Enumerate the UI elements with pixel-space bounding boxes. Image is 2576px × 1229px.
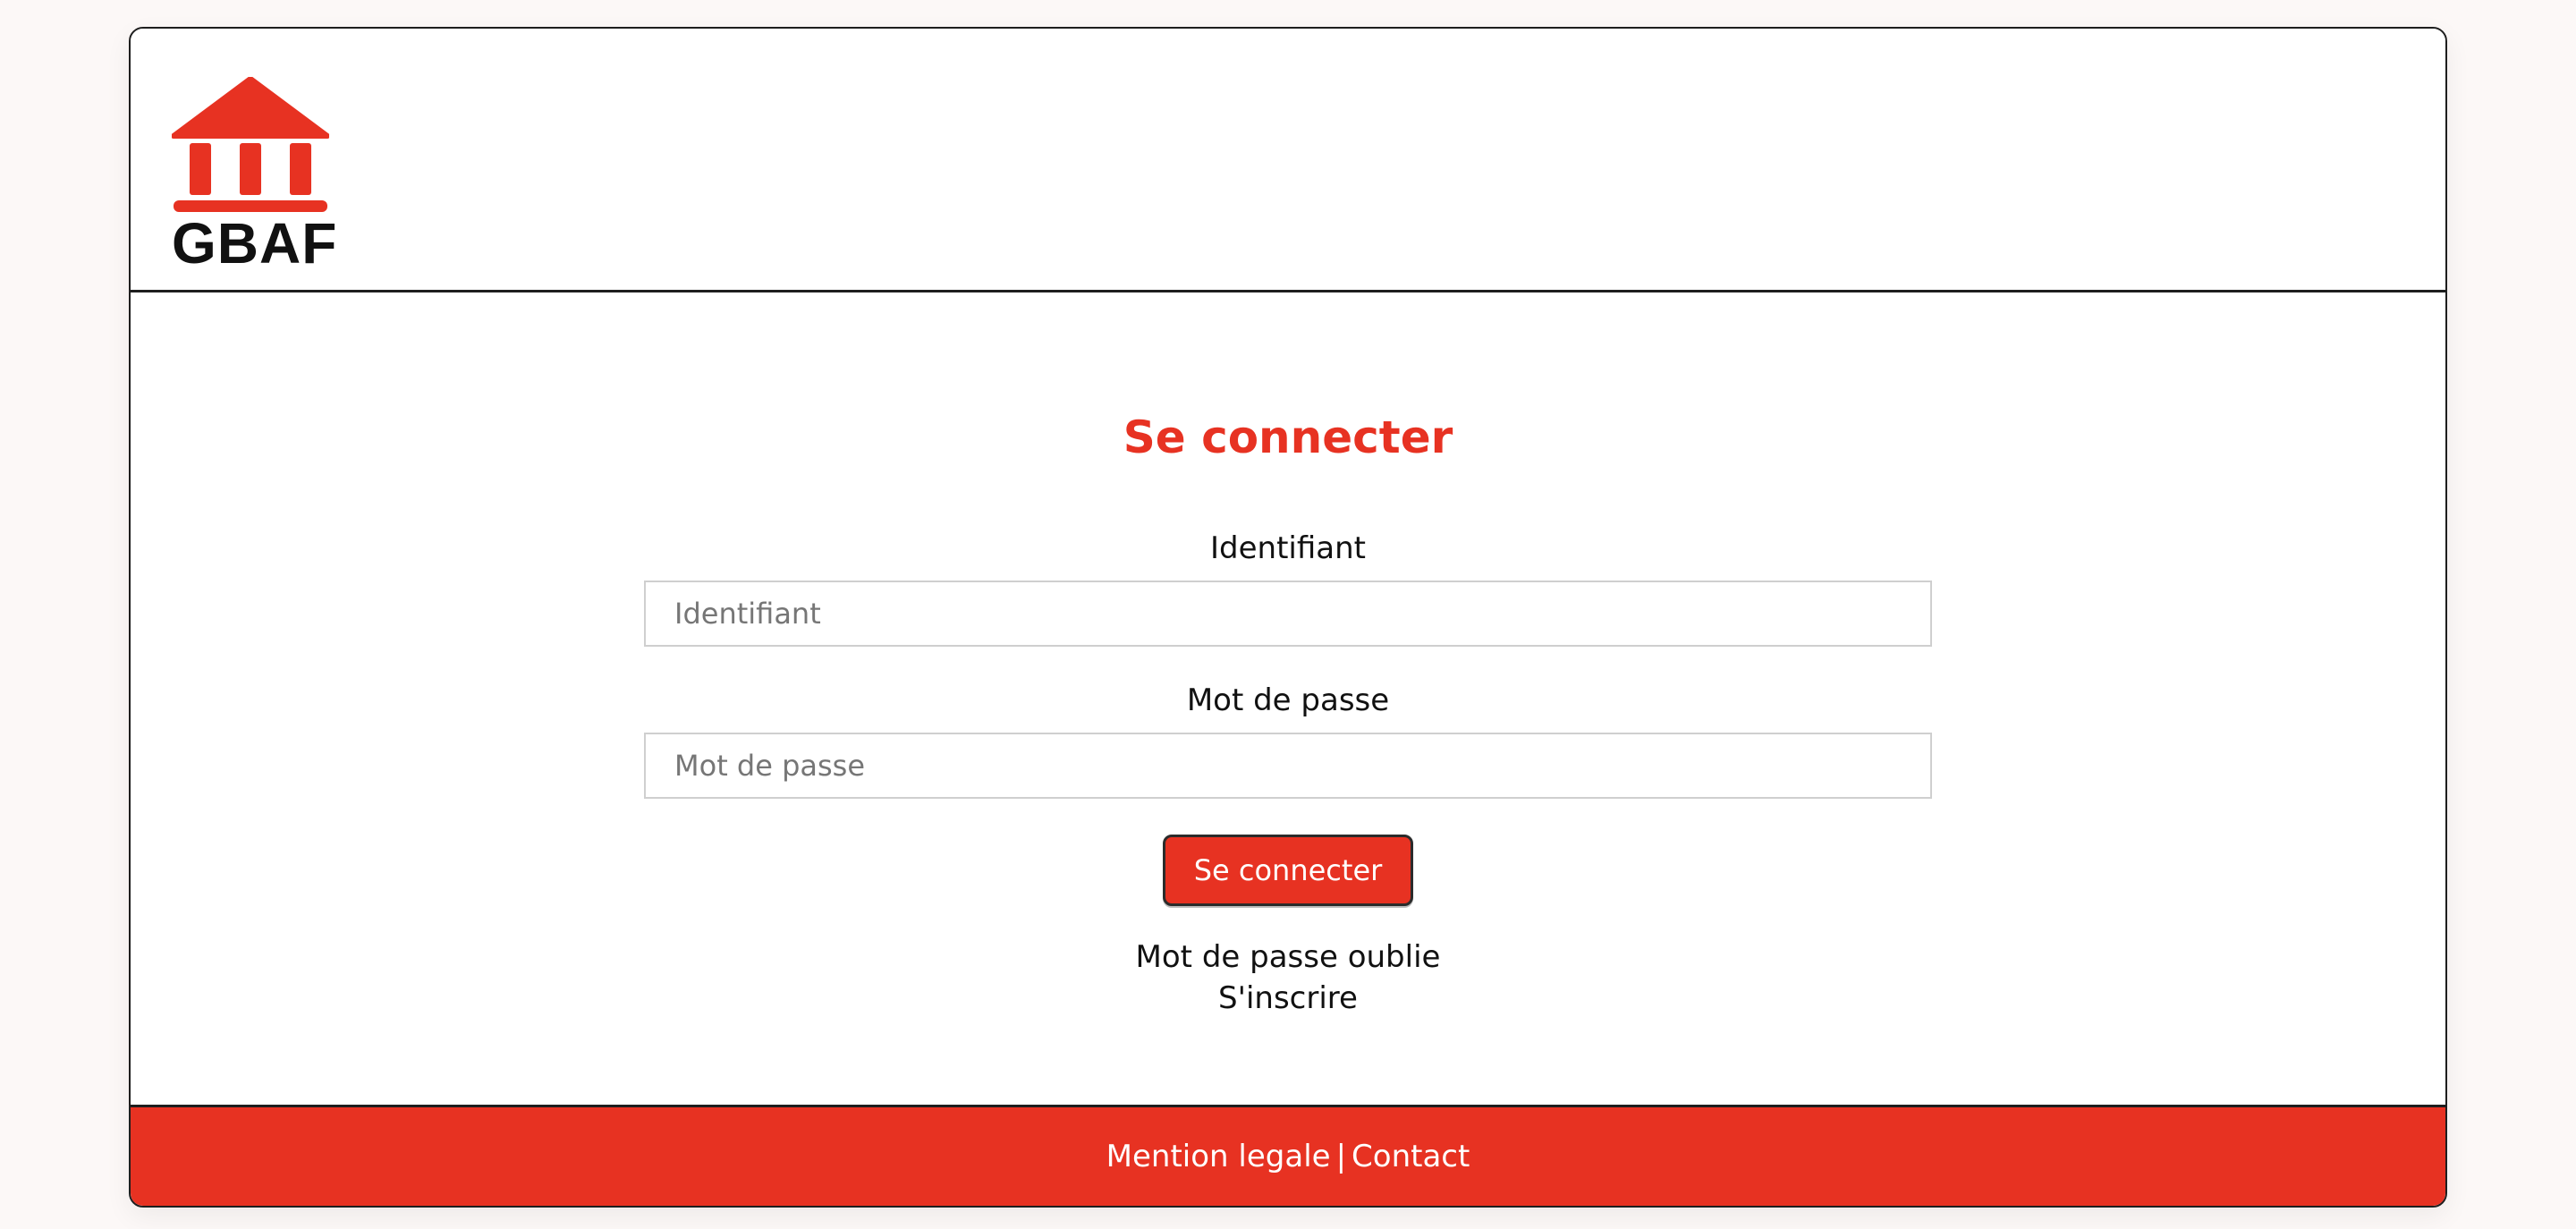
- site-header: GBAF: [131, 29, 2445, 292]
- register-link[interactable]: S'inscrire: [131, 979, 2445, 1017]
- password-label: Mot de passe: [1186, 682, 1390, 718]
- bank-building-icon: [172, 77, 329, 212]
- forgot-password-link[interactable]: Mot de passe oublie: [131, 938, 2445, 976]
- page-title: Se connecter: [1123, 411, 1453, 463]
- app-window: GBAF Se connecter Identifiant Mot de pas…: [129, 27, 2447, 1208]
- contact-link[interactable]: Contact: [1352, 1139, 1470, 1174]
- footer-separator: |: [1335, 1139, 1347, 1174]
- site-footer: Mention legale | Contact: [131, 1105, 2445, 1206]
- password-input[interactable]: [644, 733, 1932, 799]
- username-input[interactable]: [644, 581, 1932, 647]
- logo-text: GBAF: [172, 211, 338, 275]
- legal-notice-link[interactable]: Mention legale: [1106, 1139, 1331, 1174]
- login-button[interactable]: Se connecter: [1163, 835, 1413, 906]
- login-section: Se connecter Identifiant Mot de passe Se…: [131, 292, 2445, 1133]
- gbaf-logo[interactable]: GBAF: [172, 77, 338, 295]
- username-label: Identifiant: [1210, 530, 1366, 566]
